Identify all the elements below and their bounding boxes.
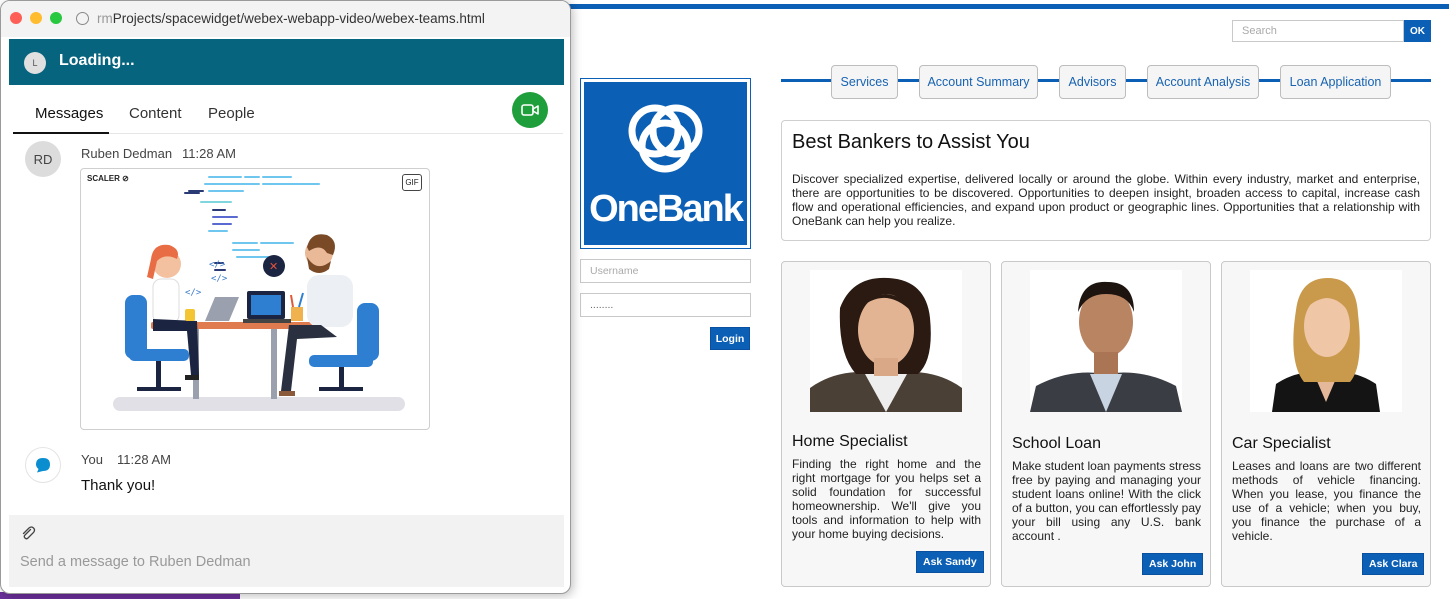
intro-text: Discover specialized expertise, delivere… [792, 172, 1420, 228]
card-title: School Loan [1012, 435, 1101, 452]
coworkers-illustration: </> </> </> ✕ [113, 176, 405, 411]
avatar[interactable]: RD [25, 141, 61, 177]
advisor-photo [1250, 270, 1402, 412]
card-title: Car Specialist [1232, 435, 1331, 452]
message-text: Thank you! [81, 477, 156, 494]
sender-name: You [81, 452, 103, 467]
onebank-logo: OneBank [580, 78, 751, 249]
ask-john-button[interactable]: Ask John [1142, 553, 1204, 575]
search-ok-button[interactable]: OK [1404, 20, 1431, 42]
close-window-button[interactable] [10, 12, 22, 24]
card-description: Make student loan payments stress free b… [1012, 459, 1201, 543]
gif-attachment[interactable]: SCALER ⊘ GIF </> </> </> ✕ [80, 168, 430, 430]
card-car-specialist: Car Specialist Leases and loans are two … [1221, 261, 1431, 587]
chat-bubble-icon [36, 458, 50, 473]
space-tabs: Messages Content People [13, 97, 563, 134]
message-time: 11:28 AM [117, 452, 171, 467]
browser-titlebar: rmProjects/spacewidget/webex-webapp-vide… [1, 1, 570, 37]
password-field[interactable] [580, 293, 751, 317]
nav-advisors[interactable]: Advisors [1059, 65, 1126, 99]
url-prefix: rm [97, 11, 113, 26]
intro-title: Best Bankers to Assist You [792, 131, 1030, 153]
url-path: Projects/spacewidget/webex-webapp-video/… [112, 11, 485, 26]
nav-loan-application[interactable]: Loan Application [1280, 65, 1391, 99]
nav-account-analysis[interactable]: Account Analysis [1147, 65, 1259, 99]
webex-window: rmProjects/spacewidget/webex-webapp-vide… [0, 0, 571, 594]
top-accent-bar [560, 4, 1449, 9]
avatar[interactable] [25, 447, 61, 483]
svg-text:</>: </> [211, 274, 228, 284]
ask-sandy-button[interactable]: Ask Sandy [916, 551, 984, 573]
video-camera-icon [521, 104, 539, 116]
space-header: L Loading... [9, 39, 564, 85]
sender-name: Ruben Dedman [81, 146, 173, 161]
tab-people[interactable]: People [208, 105, 255, 122]
space-avatar: L [24, 52, 46, 74]
tab-messages[interactable]: Messages [35, 105, 103, 122]
intro-panel: Best Bankers to Assist You Discover spec… [781, 120, 1431, 241]
nav-services[interactable]: Services [831, 65, 898, 99]
message-time: 11:28 AM [182, 146, 236, 161]
message-input[interactable] [20, 551, 540, 573]
search-input[interactable] [1232, 20, 1404, 42]
zoom-window-button[interactable] [50, 12, 62, 24]
card-school-loan: School Loan Make student loan payments s… [1001, 261, 1211, 587]
nav-account-summary[interactable]: Account Summary [919, 65, 1038, 99]
active-tab-indicator [13, 132, 109, 134]
logo-text: OneBank [589, 188, 744, 230]
space-title: Loading... [59, 52, 135, 69]
svg-text:✕: ✕ [269, 260, 278, 273]
tab-content[interactable]: Content [129, 105, 182, 122]
card-description: Leases and loans are two different metho… [1232, 459, 1421, 543]
card-title: Home Specialist [792, 433, 908, 450]
paperclip-icon[interactable] [20, 525, 36, 541]
svg-text:</>: </> [209, 260, 226, 270]
minimize-window-button[interactable] [30, 12, 42, 24]
svg-text:</>: </> [185, 288, 202, 298]
advisor-photo [810, 270, 962, 412]
login-button[interactable]: Login [710, 327, 750, 350]
video-call-button[interactable] [512, 92, 548, 128]
message-composer [9, 515, 564, 587]
card-description: Finding the right home and the right mor… [792, 457, 981, 541]
compass-icon [76, 12, 89, 25]
username-field[interactable] [580, 259, 751, 283]
card-home-specialist: Home Specialist Finding the right home a… [781, 261, 991, 587]
ask-clara-button[interactable]: Ask Clara [1362, 553, 1425, 575]
url-bar[interactable]: rmProjects/spacewidget/webex-webapp-vide… [97, 11, 485, 26]
advisor-photo [1030, 270, 1182, 412]
